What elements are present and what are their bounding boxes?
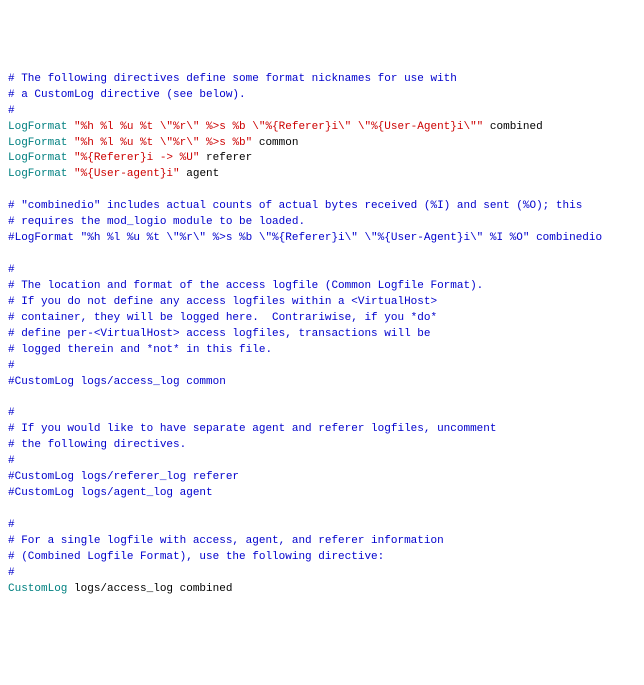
code-line: #: [8, 566, 636, 582]
token-plain: [8, 503, 15, 515]
code-line: LogFormat "%{User-agent}i" agent: [8, 167, 636, 183]
token-plain: [8, 184, 15, 196]
token-comment: # If you do not define any access logfil…: [8, 296, 437, 308]
token-comment: #LogFormat "%h %l %u %t \"%r\" %>s %b \"…: [8, 232, 602, 244]
token-comment: # a CustomLog directive (see below).: [8, 89, 246, 101]
token-comment: # The location and format of the access …: [8, 280, 483, 292]
code-line: LogFormat "%h %l %u %t \"%r\" %>s %b \"%…: [8, 120, 636, 136]
code-line: #: [8, 359, 636, 375]
token-comment: #: [8, 519, 15, 531]
code-line: #: [8, 104, 636, 120]
config-code-block: # The following directives define some f…: [8, 72, 636, 598]
token-comment: #: [8, 567, 15, 579]
token-comment: #: [8, 455, 15, 467]
token-comment: # container, they will be logged here. C…: [8, 312, 437, 324]
code-line: # a CustomLog directive (see below).: [8, 88, 636, 104]
token-comment: #: [8, 360, 15, 372]
code-line: # If you would like to have separate age…: [8, 422, 636, 438]
code-line: # The following directives define some f…: [8, 72, 636, 88]
token-string: "%h %l %u %t \"%r\" %>s %b \"%{Referer}i…: [74, 121, 483, 133]
token-comment: # If you would like to have separate age…: [8, 423, 496, 435]
code-line: # logged therein and *not* in this file.: [8, 343, 636, 359]
code-line: # requires the mod_logio module to be lo…: [8, 215, 636, 231]
code-line: # If you do not define any access logfil…: [8, 295, 636, 311]
code-line: # (Combined Logfile Format), use the fol…: [8, 550, 636, 566]
code-line: # the following directives.: [8, 438, 636, 454]
code-line: [8, 183, 636, 199]
token-string: "%h %l %u %t \"%r\" %>s %b": [74, 137, 252, 149]
token-comment: #CustomLog logs/referer_log referer: [8, 471, 239, 483]
code-line: #CustomLog logs/agent_log agent: [8, 486, 636, 502]
token-comment: # requires the mod_logio module to be lo…: [8, 216, 305, 228]
token-comment: #: [8, 264, 15, 276]
code-line: #: [8, 406, 636, 422]
token-comment: # the following directives.: [8, 439, 186, 451]
token-comment: # For a single logfile with access, agen…: [8, 535, 444, 547]
code-line: #: [8, 454, 636, 470]
token-keyword: referer: [199, 152, 252, 164]
token-directive: LogFormat: [8, 152, 74, 164]
code-line: [8, 247, 636, 263]
code-line: #CustomLog logs/access_log common: [8, 375, 636, 391]
code-line: [8, 502, 636, 518]
token-comment: #CustomLog logs/agent_log agent: [8, 487, 213, 499]
token-comment: #: [8, 407, 15, 419]
code-line: [8, 391, 636, 407]
token-directive: LogFormat: [8, 137, 74, 149]
token-string: "%{Referer}i -> %U": [74, 152, 199, 164]
token-directive: LogFormat: [8, 168, 74, 180]
token-directive: LogFormat: [8, 121, 74, 133]
token-keyword: combined: [483, 121, 542, 133]
token-keyword: agent: [180, 168, 220, 180]
code-line: #: [8, 263, 636, 279]
code-line: LogFormat "%{Referer}i -> %U" referer: [8, 151, 636, 167]
token-comment: # logged therein and *not* in this file.: [8, 344, 272, 356]
code-line: LogFormat "%h %l %u %t \"%r\" %>s %b" co…: [8, 136, 636, 152]
token-plain: logs/access_log combined: [74, 583, 232, 595]
token-comment: # (Combined Logfile Format), use the fol…: [8, 551, 384, 563]
code-line: # The location and format of the access …: [8, 279, 636, 295]
token-comment: # The following directives define some f…: [8, 73, 457, 85]
token-plain: [8, 392, 15, 404]
code-line: #CustomLog logs/referer_log referer: [8, 470, 636, 486]
token-comment: #: [8, 105, 15, 117]
token-comment: # define per-<VirtualHost> access logfil…: [8, 328, 430, 340]
token-comment: #CustomLog logs/access_log common: [8, 376, 226, 388]
code-line: # container, they will be logged here. C…: [8, 311, 636, 327]
code-line: CustomLog logs/access_log combined: [8, 582, 636, 598]
token-string: "%{User-agent}i": [74, 168, 180, 180]
code-line: # define per-<VirtualHost> access logfil…: [8, 327, 636, 343]
code-line: #: [8, 518, 636, 534]
token-directive: CustomLog: [8, 583, 74, 595]
token-comment: # "combinedio" includes actual counts of…: [8, 200, 582, 212]
code-line: #LogFormat "%h %l %u %t \"%r\" %>s %b \"…: [8, 231, 636, 247]
token-plain: [8, 248, 15, 260]
code-line: # "combinedio" includes actual counts of…: [8, 199, 636, 215]
token-keyword: common: [252, 137, 298, 149]
code-line: # For a single logfile with access, agen…: [8, 534, 636, 550]
